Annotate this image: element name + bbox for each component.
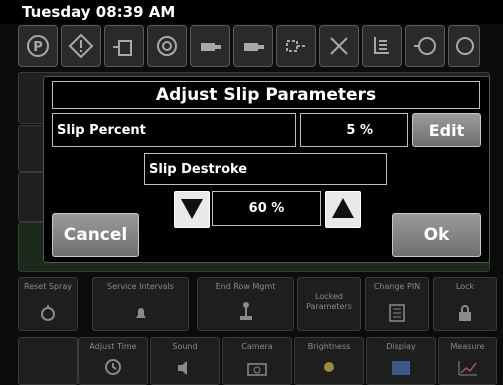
fuel-tile[interactable] [18,337,78,385]
agitation-icon[interactable] [448,25,480,67]
status-bar: Tuesday 08:39 AM [0,0,503,24]
edit-button[interactable]: Edit [412,113,481,147]
adjust-slip-dialog: Adjust Slip Parameters Slip Percent 5 % … [43,76,490,263]
display-tile[interactable]: Display [366,337,436,385]
sound-tile[interactable]: Sound [150,337,220,385]
slip-percent-label: Slip Percent [52,113,296,147]
keypad-icon [389,304,405,324]
hydraulic-icon[interactable] [190,25,230,67]
bell-icon [132,304,150,324]
nozzle-off-icon[interactable] [319,25,359,67]
cancel-button[interactable]: Cancel [52,213,139,257]
slip-percent-value: 5 % [300,113,408,147]
warning-icon[interactable] [61,25,101,67]
joystick-icon [237,300,255,324]
clock-text: Tuesday 08:39 AM [22,3,176,21]
stopwatch-icon [39,304,57,324]
adjust-time-tile[interactable]: Adjust Time [78,337,148,385]
clock-icon [104,358,122,378]
spray-icon[interactable] [362,25,402,67]
slip-destroke-value: 60 % [212,191,321,226]
end-row-mgmt-tile[interactable]: End Row Mgmt [197,277,294,331]
boom-icon[interactable] [276,25,316,67]
tank-icon[interactable] [104,25,144,67]
increase-button[interactable] [325,191,361,228]
camera-tile[interactable]: Camera [222,337,292,385]
arrow-down-icon [181,199,203,219]
lock-icon [457,304,473,324]
dialog-title: Adjust Slip Parameters [52,81,480,109]
decrease-button[interactable] [174,191,210,228]
service-intervals-tile[interactable]: Service Intervals [92,277,189,331]
parking-icon[interactable]: P [18,25,58,67]
arrow-up-icon [332,198,354,218]
hydraulic-2-icon[interactable] [233,25,273,67]
camera-icon [246,360,268,378]
slip-destroke-label: Slip Destroke [144,153,387,185]
change-pin-tile[interactable]: Change PIN [365,277,429,331]
toolbar-icons: P [18,25,480,69]
sun-icon [320,358,338,378]
lock-tile[interactable]: Lock [433,277,497,331]
svg-text:P: P [33,40,43,55]
flow-icon[interactable] [405,25,445,67]
ok-button[interactable]: Ok [392,213,481,257]
locked-parameters-tile[interactable]: Locked Parameters [297,277,361,331]
brightness-tile[interactable]: Brightness [294,337,364,385]
pump-icon[interactable] [147,25,187,67]
speaker-icon [176,360,194,378]
reset-spray-tile[interactable]: Reset Spray [18,277,78,331]
chart-icon [458,360,478,378]
display-icon [391,360,411,378]
measure-tile[interactable]: Measure [438,337,497,385]
